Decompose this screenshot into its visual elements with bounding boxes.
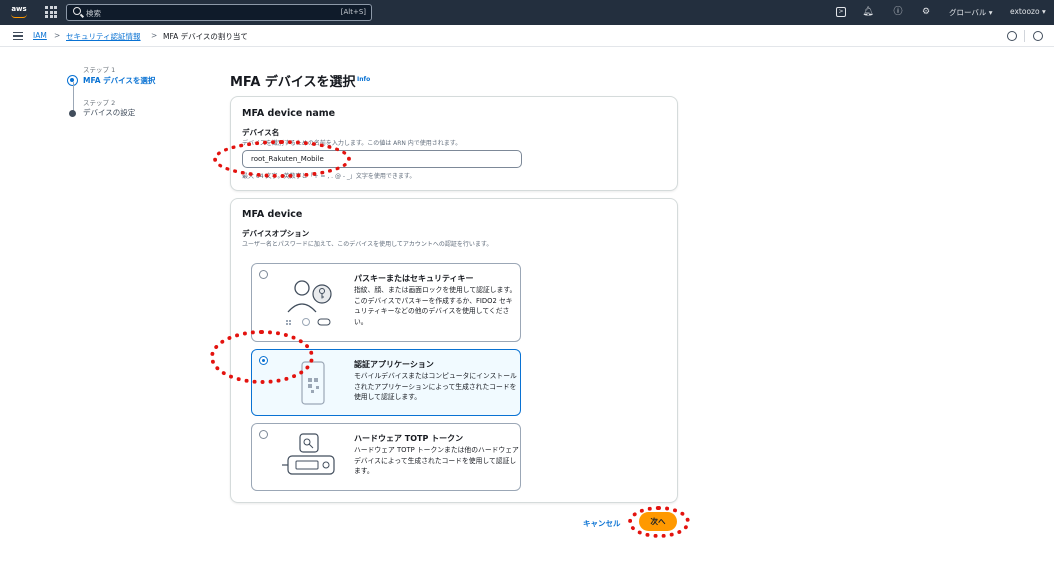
next-button[interactable]: 次へ [639,512,677,531]
radio-authenticator-app[interactable] [259,356,268,365]
hardware-token-icon [282,433,335,475]
authenticator-phone-icon [301,361,325,405]
option-authenticator-app[interactable]: 認証アプリケーション モバイルデバイスまたはコンピュータにインストールされたアプ… [251,349,521,416]
settings-icon[interactable] [1033,31,1043,41]
option-authenticator-desc: モバイルデバイスまたはコンピュータにインストールされたアプリケーションによって生… [354,372,517,401]
page-title: MFA デバイスを選択 [230,75,356,90]
terminal-icon[interactable]: > [836,7,846,17]
panel-title: MFA device name [242,108,336,119]
step-connector [73,82,74,112]
bell-icon[interactable]: 🔔︎ [862,6,874,18]
step-1-name[interactable]: MFA デバイスを選択 [83,75,155,86]
breadcrumb-separator: > [151,31,158,40]
radio-passkey[interactable] [259,270,268,279]
region-selector[interactable]: グローバル ▾ [949,7,993,18]
device-option-description: ユーザー名とパスワードに加えて、このデバイスを使用してアカウントへの認証を行いま… [242,241,493,248]
option-hardware-totp-title: ハードウェア TOTP トークン [354,434,464,443]
breadcrumb-separator: > [54,31,61,40]
radio-hardware-totp[interactable] [259,430,268,439]
step-2-name: デバイスの設定 [83,108,136,117]
aws-logo[interactable]: aws [8,4,30,21]
cancel-button[interactable]: キャンセル [583,518,621,529]
divider [1024,30,1025,42]
passkey-illustration-icon [286,280,332,326]
services-grid-icon[interactable] [45,6,57,18]
option-hardware-totp[interactable]: ハードウェア TOTP トークン ハードウェア TOTP トークンまたは他のハー… [251,423,521,491]
option-passkey[interactable]: パスキーまたはセキュリティキー 指紋、顔、または画面ロックを使用して認証します。… [251,263,521,342]
info-icon[interactable] [1007,31,1017,41]
option-hardware-totp-desc: ハードウェア TOTP トークンまたは他のハードウェアデバイスによって生成された… [354,446,519,475]
option-passkey-title: パスキーまたはセキュリティキー [354,274,474,283]
step-1-caption: ステップ 1 [83,66,116,74]
step-2-indicator [69,110,76,117]
panel-title: MFA device [242,209,303,220]
account-menu[interactable]: extoozo ▾ [1010,7,1046,16]
device-option-label: デバイスオプション [242,229,310,238]
help-icon[interactable]: ⓘ [892,6,904,18]
info-link[interactable]: Info [357,76,370,83]
breadcrumb-security-credentials[interactable]: セキュリティ認証情報 [66,31,141,42]
option-passkey-desc: 指紋、顔、または画面ロックを使用して認証します。このデバイスでパスキーを作成する… [354,286,517,326]
breadcrumb-iam[interactable]: IAM [33,31,47,40]
device-name-label: デバイス名 [242,128,280,137]
device-name-description: デバイスを識別するための名前を入力します。この値は ARN 内で使用されます。 [242,140,462,147]
top-navigation-bar: aws 検索 [Alt+S] > 🔔︎ ⓘ ⚙ グローバル ▾ extoozo … [0,0,1054,25]
menu-icon[interactable] [13,32,23,40]
device-name-constraint: 最大 64 文字。英数字と「+ = , . @ - _」文字を使用できます。 [242,173,416,180]
search-shortcut: [Alt+S] [340,8,366,16]
device-option-panel: MFA device デバイスオプション ユーザー名とパスワードに加えて、このデ… [230,198,678,503]
search-icon [73,7,81,15]
device-name-panel: MFA device name デバイス名 デバイスを識別するための名前を入力し… [230,96,678,191]
search-input[interactable]: 検索 [Alt+S] [66,4,372,21]
option-authenticator-title: 認証アプリケーション [354,360,434,369]
aws-logo-text: aws [11,5,27,13]
step-2-caption: ステップ 2 [83,99,116,107]
breadcrumb-bar: IAM > セキュリティ認証情報 > MFA デバイスの割り当て [0,25,1054,47]
device-name-input[interactable]: root_Rakuten_Mobile [242,150,522,168]
gear-icon[interactable]: ⚙ [920,6,932,18]
search-placeholder: 検索 [86,9,101,18]
breadcrumb-current: MFA デバイスの割り当て [163,32,248,41]
